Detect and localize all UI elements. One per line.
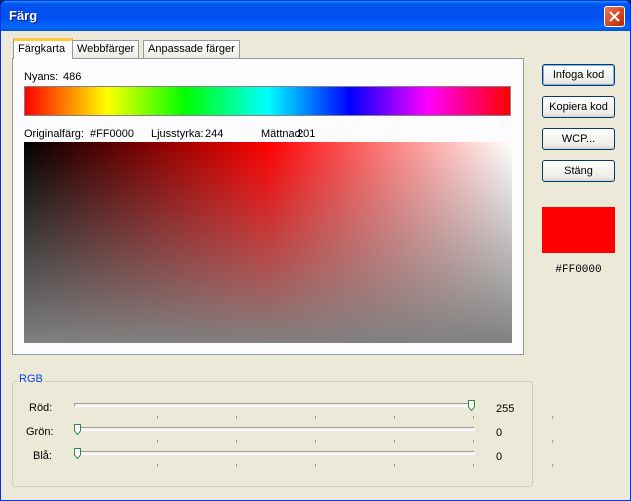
slider-tick xyxy=(552,464,553,467)
copy-code-label: Kopiera kod xyxy=(549,101,608,113)
insert-code-button[interactable]: Infoga kod xyxy=(542,64,615,86)
rgb-group xyxy=(12,381,533,487)
blue-label: Blå: xyxy=(33,450,52,462)
wcp-button[interactable]: WCP... xyxy=(542,128,615,150)
close-label: Stäng xyxy=(564,165,593,177)
slider-tick xyxy=(157,440,158,443)
slider-tick xyxy=(394,440,395,443)
tab-anpassade-farger[interactable]: Anpassade färger xyxy=(143,40,240,58)
close-window-button[interactable] xyxy=(604,6,625,27)
red-label: Röd: xyxy=(29,402,53,414)
slider-tick xyxy=(157,464,158,467)
tab-label: Färgkarta xyxy=(18,43,66,55)
original-color-label: Originalfärg: xyxy=(24,128,84,140)
slider-tick xyxy=(552,440,553,443)
slider-tick xyxy=(552,416,553,419)
close-icon xyxy=(609,11,620,22)
slider-tick xyxy=(236,440,237,443)
slider-tick xyxy=(473,464,474,467)
tab-webbfarger[interactable]: Webbfärger xyxy=(72,40,140,58)
green-slider-thumb[interactable] xyxy=(74,424,81,435)
title-bar[interactable]: Färg xyxy=(1,1,630,31)
slider-tick xyxy=(473,440,474,443)
slider-tick xyxy=(236,416,237,419)
red-slider-track[interactable] xyxy=(74,403,475,407)
blue-value: 0 xyxy=(496,451,503,463)
brightness-value: 244 xyxy=(205,128,224,140)
slider-tick xyxy=(315,464,316,467)
color-preview-swatch xyxy=(542,207,615,253)
slider-tick xyxy=(394,464,395,467)
slider-tick xyxy=(473,416,474,419)
wcp-label: WCP... xyxy=(561,133,596,145)
window-title: Färg xyxy=(9,8,38,23)
slider-tick xyxy=(157,416,158,419)
color-dialog: Färg Webbfärger Anpassade färger Färgkar… xyxy=(0,0,631,501)
green-value: 0 xyxy=(496,427,503,439)
insert-code-label: Infoga kod xyxy=(552,69,605,81)
red-slider-thumb[interactable] xyxy=(468,400,475,411)
blue-slider-thumb[interactable] xyxy=(74,448,81,459)
hue-label: Nyans: xyxy=(24,71,59,83)
hue-value: 486 xyxy=(63,71,82,83)
original-color-value: #FF0000 xyxy=(90,128,135,140)
blue-slider-track[interactable] xyxy=(74,451,475,455)
hue-spectrum-bar[interactable] xyxy=(24,86,511,116)
tab-label: Anpassade färger xyxy=(148,43,235,55)
color-hex-value: #FF0000 xyxy=(555,264,602,276)
copy-code-button[interactable]: Kopiera kod xyxy=(542,96,615,118)
red-value: 255 xyxy=(496,403,515,415)
green-slider-track[interactable] xyxy=(74,427,475,431)
brightness-label: Ljusstyrka: xyxy=(151,128,204,140)
tab-label: Webbfärger xyxy=(77,43,135,55)
slider-tick xyxy=(236,464,237,467)
tab-fargkarta[interactable]: Färgkarta xyxy=(13,38,73,59)
color-map-panel: Nyans: 486 Originalfärg: #FF0000 Ljussty… xyxy=(12,58,524,355)
slider-tick xyxy=(394,416,395,419)
saturation-value: 201 xyxy=(297,128,316,140)
saturation-brightness-field[interactable] xyxy=(24,142,512,343)
green-label: Grön: xyxy=(26,426,54,438)
close-button[interactable]: Stäng xyxy=(542,160,615,182)
slider-tick xyxy=(315,416,316,419)
rgb-group-legend: RGB xyxy=(17,373,45,385)
slider-tick xyxy=(315,440,316,443)
